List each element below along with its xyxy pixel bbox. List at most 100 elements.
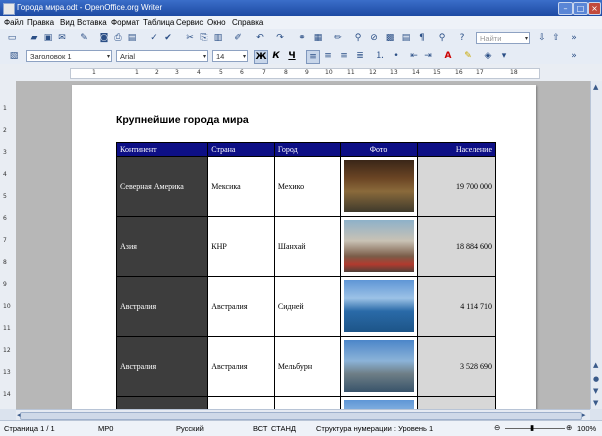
maximize-button[interactable]: □: [573, 2, 588, 15]
document-heading[interactable]: Крупнейшие города мира: [116, 114, 249, 126]
background-color-icon[interactable]: ◈: [482, 50, 494, 62]
paragraph-style-select[interactable]: Заголовок 1 ▾: [26, 50, 112, 62]
scrollbar-thumb[interactable]: [20, 412, 582, 420]
align-right-icon[interactable]: ≡: [338, 50, 350, 62]
align-center-icon[interactable]: ≡: [322, 50, 334, 62]
cell-city[interactable]: Сидней: [273, 276, 341, 337]
menu-format[interactable]: Формат: [111, 18, 139, 27]
document-page[interactable]: Крупнейшие города мира Континент Страна …: [72, 85, 536, 409]
cell-photo[interactable]: [339, 396, 418, 409]
print-icon[interactable]: ⎙: [112, 32, 124, 44]
open-icon[interactable]: ▰: [28, 32, 40, 44]
header-photo[interactable]: Фото: [339, 142, 418, 157]
bold-button[interactable]: Ж: [254, 50, 268, 64]
menu-window[interactable]: Окно: [207, 18, 226, 27]
scroll-right-icon[interactable]: ▸: [582, 411, 586, 419]
minimize-button[interactable]: –: [558, 2, 573, 15]
italic-button[interactable]: К: [270, 50, 282, 62]
menu-view[interactable]: Вид: [60, 18, 74, 27]
cell-city[interactable]: Мехико: [273, 156, 341, 217]
email-icon[interactable]: ✉: [56, 32, 68, 44]
increase-indent-icon[interactable]: ⇥: [422, 50, 434, 62]
underline-button[interactable]: Ч: [286, 50, 298, 62]
cell-photo[interactable]: [339, 216, 418, 277]
export-pdf-icon[interactable]: ◙: [98, 32, 110, 44]
zoom-out-icon[interactable]: ⊖: [494, 423, 500, 432]
previous-page-icon[interactable]: ▲: [593, 361, 598, 369]
cell-population[interactable]: 4 114 710: [416, 276, 497, 337]
status-insert-mode[interactable]: ВСТ: [253, 424, 268, 433]
status-zoom[interactable]: 100%: [577, 424, 596, 433]
cell-city[interactable]: Шанхай: [273, 216, 341, 277]
city-photo[interactable]: [343, 279, 414, 332]
vertical-ruler[interactable]: 1 2 3 4 5 6 7 8 9 10 11 12 13 14: [0, 81, 17, 409]
table-icon[interactable]: ▦: [312, 32, 324, 44]
styles-formatting-icon[interactable]: ▧: [8, 50, 20, 62]
find-field[interactable]: Найти ▾: [476, 32, 530, 44]
menu-tools[interactable]: Сервис: [176, 18, 203, 27]
cell-country[interactable]: Австралия: [207, 276, 275, 337]
toolbar-options-icon[interactable]: »: [568, 32, 580, 44]
new-document-icon[interactable]: ▭: [6, 32, 18, 44]
find-replace-icon[interactable]: ⚲: [352, 32, 364, 44]
print-preview-icon[interactable]: ▤: [126, 32, 138, 44]
redo-icon[interactable]: ↷: [274, 32, 286, 44]
zoom-in-icon[interactable]: ⊕: [566, 423, 572, 432]
numbering-icon[interactable]: ⒈: [374, 50, 386, 62]
status-language[interactable]: Русский: [176, 424, 204, 433]
justify-icon[interactable]: ≣: [354, 50, 366, 62]
cell-city[interactable]: [273, 396, 341, 409]
menu-insert[interactable]: Вставка: [77, 18, 107, 27]
cell-photo[interactable]: [339, 336, 418, 397]
cell-population[interactable]: 18 884 600: [416, 216, 497, 277]
align-left-icon[interactable]: ≡: [306, 50, 320, 64]
menu-help[interactable]: Справка: [232, 18, 263, 27]
navigator-icon[interactable]: ⊘: [368, 32, 380, 44]
status-page[interactable]: Страница 1 / 1: [4, 424, 55, 433]
font-color-icon[interactable]: A: [442, 50, 454, 62]
bullets-icon[interactable]: •: [390, 50, 402, 62]
cell-country[interactable]: Мексика: [207, 156, 275, 217]
scroll-down-icon[interactable]: ▼: [593, 399, 598, 407]
cell-continent[interactable]: Северная Америка: [115, 156, 209, 217]
paste-icon[interactable]: ▥: [212, 32, 224, 44]
nonprinting-chars-icon[interactable]: ¶: [416, 32, 428, 44]
cell-city[interactable]: Мельбурн: [273, 336, 341, 397]
undo-icon[interactable]: ↶: [254, 32, 266, 44]
menu-edit[interactable]: Правка: [27, 18, 54, 27]
zoom-slider[interactable]: [505, 428, 565, 429]
cell-continent[interactable]: [115, 396, 209, 409]
next-page-icon[interactable]: ▼: [593, 387, 598, 395]
toolbar-options-icon[interactable]: »: [568, 50, 580, 62]
zoom-slider-handle-icon[interactable]: ▮: [530, 423, 534, 432]
gallery-icon[interactable]: ▩: [384, 32, 396, 44]
chevron-down-icon[interactable]: ▾: [498, 50, 510, 62]
find-previous-icon[interactable]: ⇧: [550, 32, 562, 44]
cell-continent[interactable]: Азия: [115, 216, 209, 277]
hyperlink-icon[interactable]: ⚭: [296, 32, 308, 44]
data-sources-icon[interactable]: ▤: [400, 32, 412, 44]
edit-mode-icon[interactable]: ✎: [78, 32, 90, 44]
copy-icon[interactable]: ⎘: [198, 32, 210, 44]
menu-table[interactable]: Таблица: [143, 18, 174, 27]
header-country[interactable]: Страна: [207, 142, 275, 157]
header-continent[interactable]: Континент: [115, 142, 209, 157]
show-draw-functions-icon[interactable]: ✏: [332, 32, 344, 44]
save-icon[interactable]: ▣: [42, 32, 54, 44]
cell-continent[interactable]: Австралия: [115, 336, 209, 397]
horizontal-ruler[interactable]: 1 1 2 3 4 5 6 7 8 9 10 11 12 13 14 15 16…: [0, 64, 602, 82]
scroll-up-icon[interactable]: ▲: [593, 83, 598, 91]
header-city[interactable]: Город: [273, 142, 341, 157]
help-icon[interactable]: ?: [456, 32, 468, 44]
city-photo[interactable]: [343, 159, 414, 212]
header-population[interactable]: Население: [416, 142, 497, 157]
cell-country[interactable]: Австралия: [207, 336, 275, 397]
cell-population[interactable]: 3 528 690: [416, 336, 497, 397]
cell-country[interactable]: КНР: [207, 216, 275, 277]
spellcheck-icon[interactable]: ✓: [148, 32, 160, 44]
status-page-style[interactable]: МР0: [98, 424, 113, 433]
vertical-scrollbar[interactable]: ▲ ▲ ● ▼ ▼: [590, 81, 602, 409]
close-button[interactable]: ×: [588, 2, 601, 15]
cell-population[interactable]: [416, 396, 497, 409]
decrease-indent-icon[interactable]: ⇤: [408, 50, 420, 62]
